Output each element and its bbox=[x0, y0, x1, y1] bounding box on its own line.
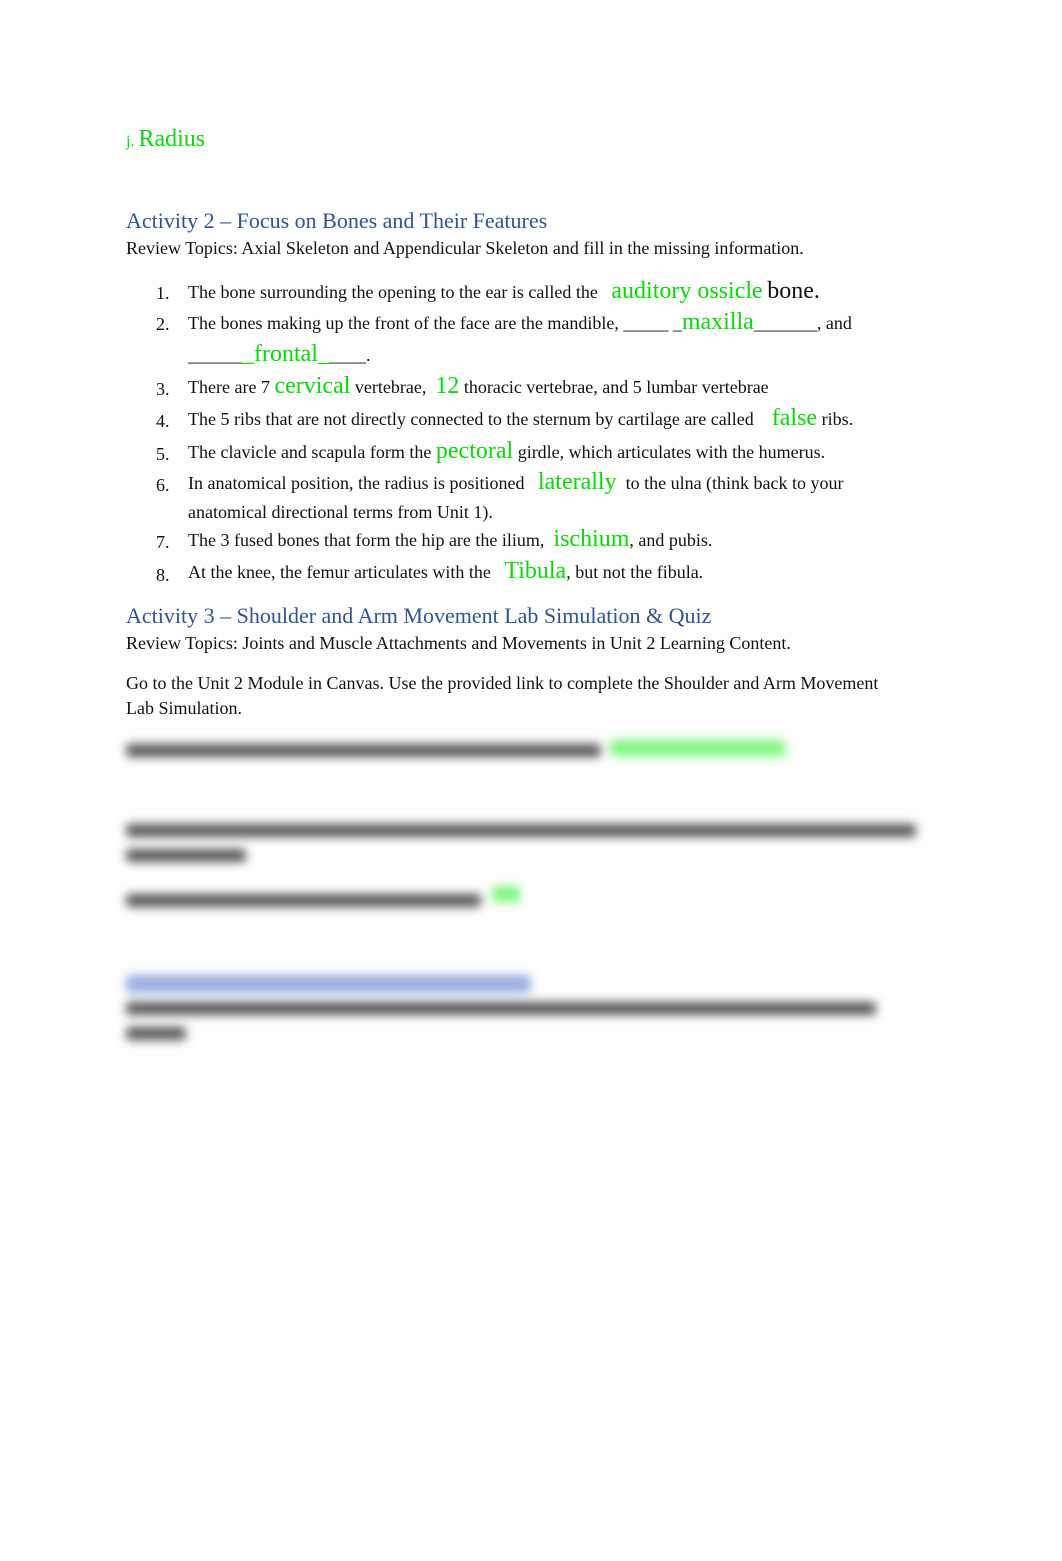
blurred-text bbox=[126, 849, 246, 862]
question-2-cont: _______frontal_____. bbox=[188, 341, 370, 368]
question-text: In anatomical position, the radius is po… bbox=[188, 473, 525, 493]
item-j-prefix: j. bbox=[126, 133, 135, 150]
question-1: The bone surrounding the opening to the … bbox=[188, 278, 820, 305]
question-text: The clavicle and scapula form the bbox=[188, 442, 432, 462]
question-text: The 3 fused bones that form the hip are … bbox=[188, 530, 545, 550]
question-6: In anatomical position, the radius is po… bbox=[188, 469, 844, 496]
question-text: The 5 ribs that are not directly connect… bbox=[188, 409, 754, 429]
answer: ischium bbox=[553, 526, 630, 552]
question-text: At the knee, the femur articulates with … bbox=[188, 562, 491, 582]
answer: _frontal_ bbox=[242, 341, 330, 367]
blurred-text bbox=[126, 894, 481, 907]
question-text-end: ribs. bbox=[821, 409, 854, 429]
item-j-answer: Radius bbox=[138, 126, 206, 152]
blurred-answer bbox=[492, 886, 520, 902]
blurred-text bbox=[126, 744, 601, 757]
item-number: 1. bbox=[156, 283, 170, 303]
question-text-end: , and pubis. bbox=[629, 530, 713, 550]
blurred-text bbox=[126, 824, 916, 837]
answer: Tibula bbox=[504, 558, 567, 584]
activity3-instructions: Go to the Unit 2 Module in Canvas. Use t… bbox=[126, 673, 879, 693]
item-number: 3. bbox=[156, 379, 170, 399]
question-4: The 5 ribs that are not directly connect… bbox=[188, 405, 853, 432]
question-text: The bones making up the front of the fac… bbox=[188, 313, 682, 333]
question-5: The clavicle and scapula form the pector… bbox=[188, 438, 825, 465]
question-text: There are 7 bbox=[188, 377, 270, 397]
item-j: j. Radius bbox=[126, 126, 205, 153]
question-8: At the knee, the femur articulates with … bbox=[188, 558, 703, 585]
question-3: There are 7 cervical vertebrae, 12 thora… bbox=[188, 373, 769, 400]
blank: ______ bbox=[188, 345, 242, 365]
activity2-heading: Activity 2 – Focus on Bones and Their Fe… bbox=[126, 208, 548, 233]
answer: maxilla bbox=[681, 309, 754, 335]
question-7: The 3 fused bones that form the hip are … bbox=[188, 526, 712, 553]
activity2-review: Review Topics: Axial Skeleton and Append… bbox=[126, 238, 804, 258]
blurred-text bbox=[126, 1027, 186, 1040]
question-6-cont: anatomical directional terms from Unit 1… bbox=[188, 502, 493, 522]
question-text-end: _______, and bbox=[753, 313, 852, 333]
item-number: 6. bbox=[156, 475, 170, 495]
question-text: vertebrae, bbox=[354, 377, 427, 397]
question-2: The bones making up the front of the fac… bbox=[188, 309, 852, 336]
question-text-end: thoracic vertebrae, and 5 lumbar vertebr… bbox=[463, 377, 769, 397]
blurred-heading bbox=[126, 975, 531, 993]
blurred-answer bbox=[610, 740, 785, 756]
item-number: 7. bbox=[156, 532, 170, 552]
activity3-instructions-cont: Lab Simulation. bbox=[126, 698, 242, 718]
question-text-end: , but not the fibula. bbox=[566, 562, 704, 582]
item-number: 5. bbox=[156, 444, 170, 464]
question-text: The bone surrounding the opening to the … bbox=[188, 282, 598, 302]
item-number: 8. bbox=[156, 565, 170, 585]
blank: ____. bbox=[329, 345, 371, 365]
question-text-end: girdle, which articulates with the humer… bbox=[517, 442, 826, 462]
answer: false bbox=[771, 405, 818, 431]
answer: cervical bbox=[274, 373, 351, 399]
answer: laterally bbox=[537, 469, 617, 495]
answer: pectoral bbox=[435, 438, 514, 464]
activity3-review: Review Topics: Joints and Muscle Attachm… bbox=[126, 633, 791, 653]
activity3-heading: Activity 3 – Shoulder and Arm Movement L… bbox=[126, 603, 712, 628]
item-number: 2. bbox=[156, 314, 170, 334]
answer: auditory ossicle bbox=[611, 278, 763, 304]
question-text-end: bone. bbox=[767, 278, 820, 304]
item-number: 4. bbox=[156, 411, 170, 431]
answer: 12 bbox=[435, 373, 460, 399]
question-text-end: to the ulna (think back to your bbox=[625, 473, 844, 493]
blurred-text bbox=[126, 1002, 876, 1015]
